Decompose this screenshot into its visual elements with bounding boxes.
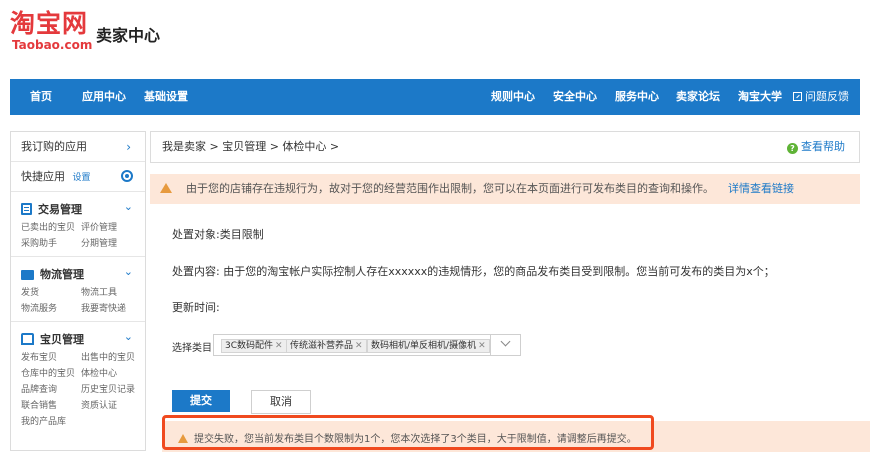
category-multiselect[interactable]: 3C数码配件 ✕ 传统滋补营养品 ✕ 数码相机/单反相机/摄像机 ✕ — [213, 334, 521, 356]
nav-feedback[interactable]: 问题反馈 — [793, 79, 849, 115]
sidebar-link-logistics-service[interactable]: 物流服务 — [21, 303, 81, 315]
logo-en-text: Taobao.com — [12, 38, 93, 52]
restriction-notice: 由于您的店铺存在违规行为，故对于您的经营范围作出限制，您可以在本页面进行可发布类… — [150, 174, 860, 204]
nav-taobao-university[interactable]: 淘宝大学 — [738, 79, 782, 115]
close-icon[interactable]: ✕ — [275, 341, 283, 351]
sidebar-link-review-mgmt[interactable]: 评价管理 — [81, 222, 141, 234]
gear-icon[interactable] — [121, 170, 133, 182]
help-link[interactable]: ? 查看帮助 — [787, 132, 845, 162]
sidebar-link-item-history[interactable]: 历史宝贝记录 — [81, 384, 141, 396]
nav-app-center[interactable]: 应用中心 — [82, 79, 126, 115]
disposal-target: 处置对象:类目限制 — [172, 228, 264, 241]
disposal-detail: 处置内容: 由于您的淘宝帐户实际控制人存在xxxxxx的违规情形，您的商品发布类… — [172, 265, 775, 278]
sidebar-link-joint-sales[interactable]: 联合销售 — [21, 400, 81, 412]
cancel-button[interactable]: 取消 — [251, 390, 311, 414]
nav-seller-forum[interactable]: 卖家论坛 — [676, 79, 720, 115]
sidebar-link-items-on-sale[interactable]: 出售中的宝贝 — [81, 352, 141, 364]
shirt-icon — [21, 333, 34, 345]
sidebar-link-items-in-warehouse[interactable]: 仓库中的宝贝 — [21, 368, 81, 380]
sidebar-link-send-express[interactable]: 我要寄快递 — [81, 303, 141, 315]
top-nav: 首页 应用中心 基础设置 规则中心 安全中心 服务中心 卖家论坛 淘宝大学 问题… — [10, 79, 860, 115]
help-link-label: 查看帮助 — [801, 140, 845, 153]
category-tag-label: 3C数码配件 — [225, 341, 274, 351]
truck-icon — [21, 270, 34, 280]
sidebar-quick-apps-label: 快捷应用 — [21, 170, 65, 183]
sidebar-link-sold-items[interactable]: 已卖出的宝贝 — [21, 222, 81, 234]
sidebar-group-trade: 交易管理 ⌄ 已卖出的宝贝 评价管理 采购助手 分期管理 — [11, 192, 145, 257]
chevron-down-icon[interactable]: ⌄ — [124, 330, 133, 343]
sidebar-group-items-label: 宝贝管理 — [40, 333, 84, 346]
taobao-logo[interactable]: 淘宝网 Taobao.com — [10, 9, 93, 53]
breadcrumb[interactable]: 我是卖家 > 宝贝管理 > 体检中心 > — [162, 132, 339, 162]
sidebar-group-logistics: 物流管理 ⌄ 发货 物流工具 物流服务 我要寄快递 — [11, 257, 145, 322]
sidebar-link-brand-query[interactable]: 品牌查询 — [21, 384, 81, 396]
nav-rules-center[interactable]: 规则中心 — [491, 79, 535, 115]
update-time: 更新时间: — [172, 301, 220, 314]
nav-service-center[interactable]: 服务中心 — [615, 79, 659, 115]
document-icon — [21, 203, 32, 215]
breadcrumb-bar: 我是卖家 > 宝贝管理 > 体检中心 > ? 查看帮助 — [150, 131, 860, 163]
sidebar-quick-apps: 快捷应用 设置 — [11, 162, 145, 192]
select-divider — [490, 335, 491, 355]
category-tag: 传统滋补营养品 ✕ — [286, 339, 367, 353]
submit-button[interactable]: 提交 — [172, 390, 230, 412]
sidebar-link-logistics-tools[interactable]: 物流工具 — [81, 287, 141, 299]
notice-details-link[interactable]: 详情查看链接 — [728, 182, 794, 195]
chevron-down-icon[interactable]: ⌄ — [124, 265, 133, 278]
chevron-right-icon: › — [126, 140, 131, 154]
notice-text: 由于您的店铺存在违规行为，故对于您的经营范围作出限制，您可以在本页面进行可发布类… — [186, 182, 714, 195]
error-message-text: 提交失败，您当前发布类目个数限制为1个，您本次选择了3个类目，大于限制值，请调整… — [194, 434, 637, 445]
category-tag-label: 传统滋补营养品 — [290, 341, 354, 351]
sidebar-link-ship[interactable]: 发货 — [21, 287, 81, 299]
edit-icon — [793, 92, 802, 101]
sidebar-link-qualification[interactable]: 资质认证 — [81, 400, 141, 412]
sidebar: 我订购的应用 › 快捷应用 设置 交易管理 ⌄ 已卖出的宝贝 评价管理 采购助手… — [10, 131, 146, 451]
sidebar-link-my-product-library[interactable]: 我的产品库 — [21, 416, 81, 428]
category-tag: 3C数码配件 ✕ — [221, 339, 287, 353]
sidebar-subscribed-apps-label: 我订购的应用 — [21, 140, 87, 153]
chevron-down-icon[interactable] — [500, 336, 511, 347]
sidebar-group-items: 宝贝管理 ⌄ 发布宝贝 出售中的宝贝 仓库中的宝贝 体检中心 品牌查询 历史宝贝… — [11, 322, 145, 434]
quick-apps-settings-link[interactable]: 设置 — [73, 173, 91, 183]
chevron-down-icon[interactable]: ⌄ — [124, 200, 133, 213]
category-tag-label: 数码相机/单反相机/摄像机 — [371, 341, 477, 351]
sidebar-group-logistics-label: 物流管理 — [40, 268, 84, 281]
sidebar-link-purchase-assistant[interactable]: 采购助手 — [21, 238, 81, 250]
close-icon[interactable]: ✕ — [355, 341, 363, 351]
seller-center-title: 卖家中心 — [96, 26, 161, 45]
help-icon: ? — [787, 143, 798, 154]
sidebar-link-publish-item[interactable]: 发布宝贝 — [21, 352, 81, 364]
category-tag: 数码相机/单反相机/摄像机 ✕ — [367, 339, 490, 353]
logo-cn-text: 淘宝网 — [10, 9, 89, 38]
close-icon[interactable]: ✕ — [478, 341, 486, 351]
nav-security-center[interactable]: 安全中心 — [553, 79, 597, 115]
error-message: 提交失败，您当前发布类目个数限制为1个，您本次选择了3个类目，大于限制值，请调整… — [178, 430, 637, 445]
nav-basic-settings[interactable]: 基础设置 — [144, 79, 188, 115]
sidebar-group-trade-label: 交易管理 — [38, 203, 82, 216]
sidebar-link-installment-mgmt[interactable]: 分期管理 — [81, 238, 141, 250]
nav-home[interactable]: 首页 — [30, 79, 52, 115]
warning-icon — [178, 434, 188, 443]
sidebar-subscribed-apps[interactable]: 我订购的应用 › — [11, 132, 145, 162]
warning-icon — [160, 183, 172, 193]
nav-feedback-label: 问题反馈 — [805, 90, 849, 103]
sidebar-link-health-check-center[interactable]: 体检中心 — [81, 368, 141, 380]
